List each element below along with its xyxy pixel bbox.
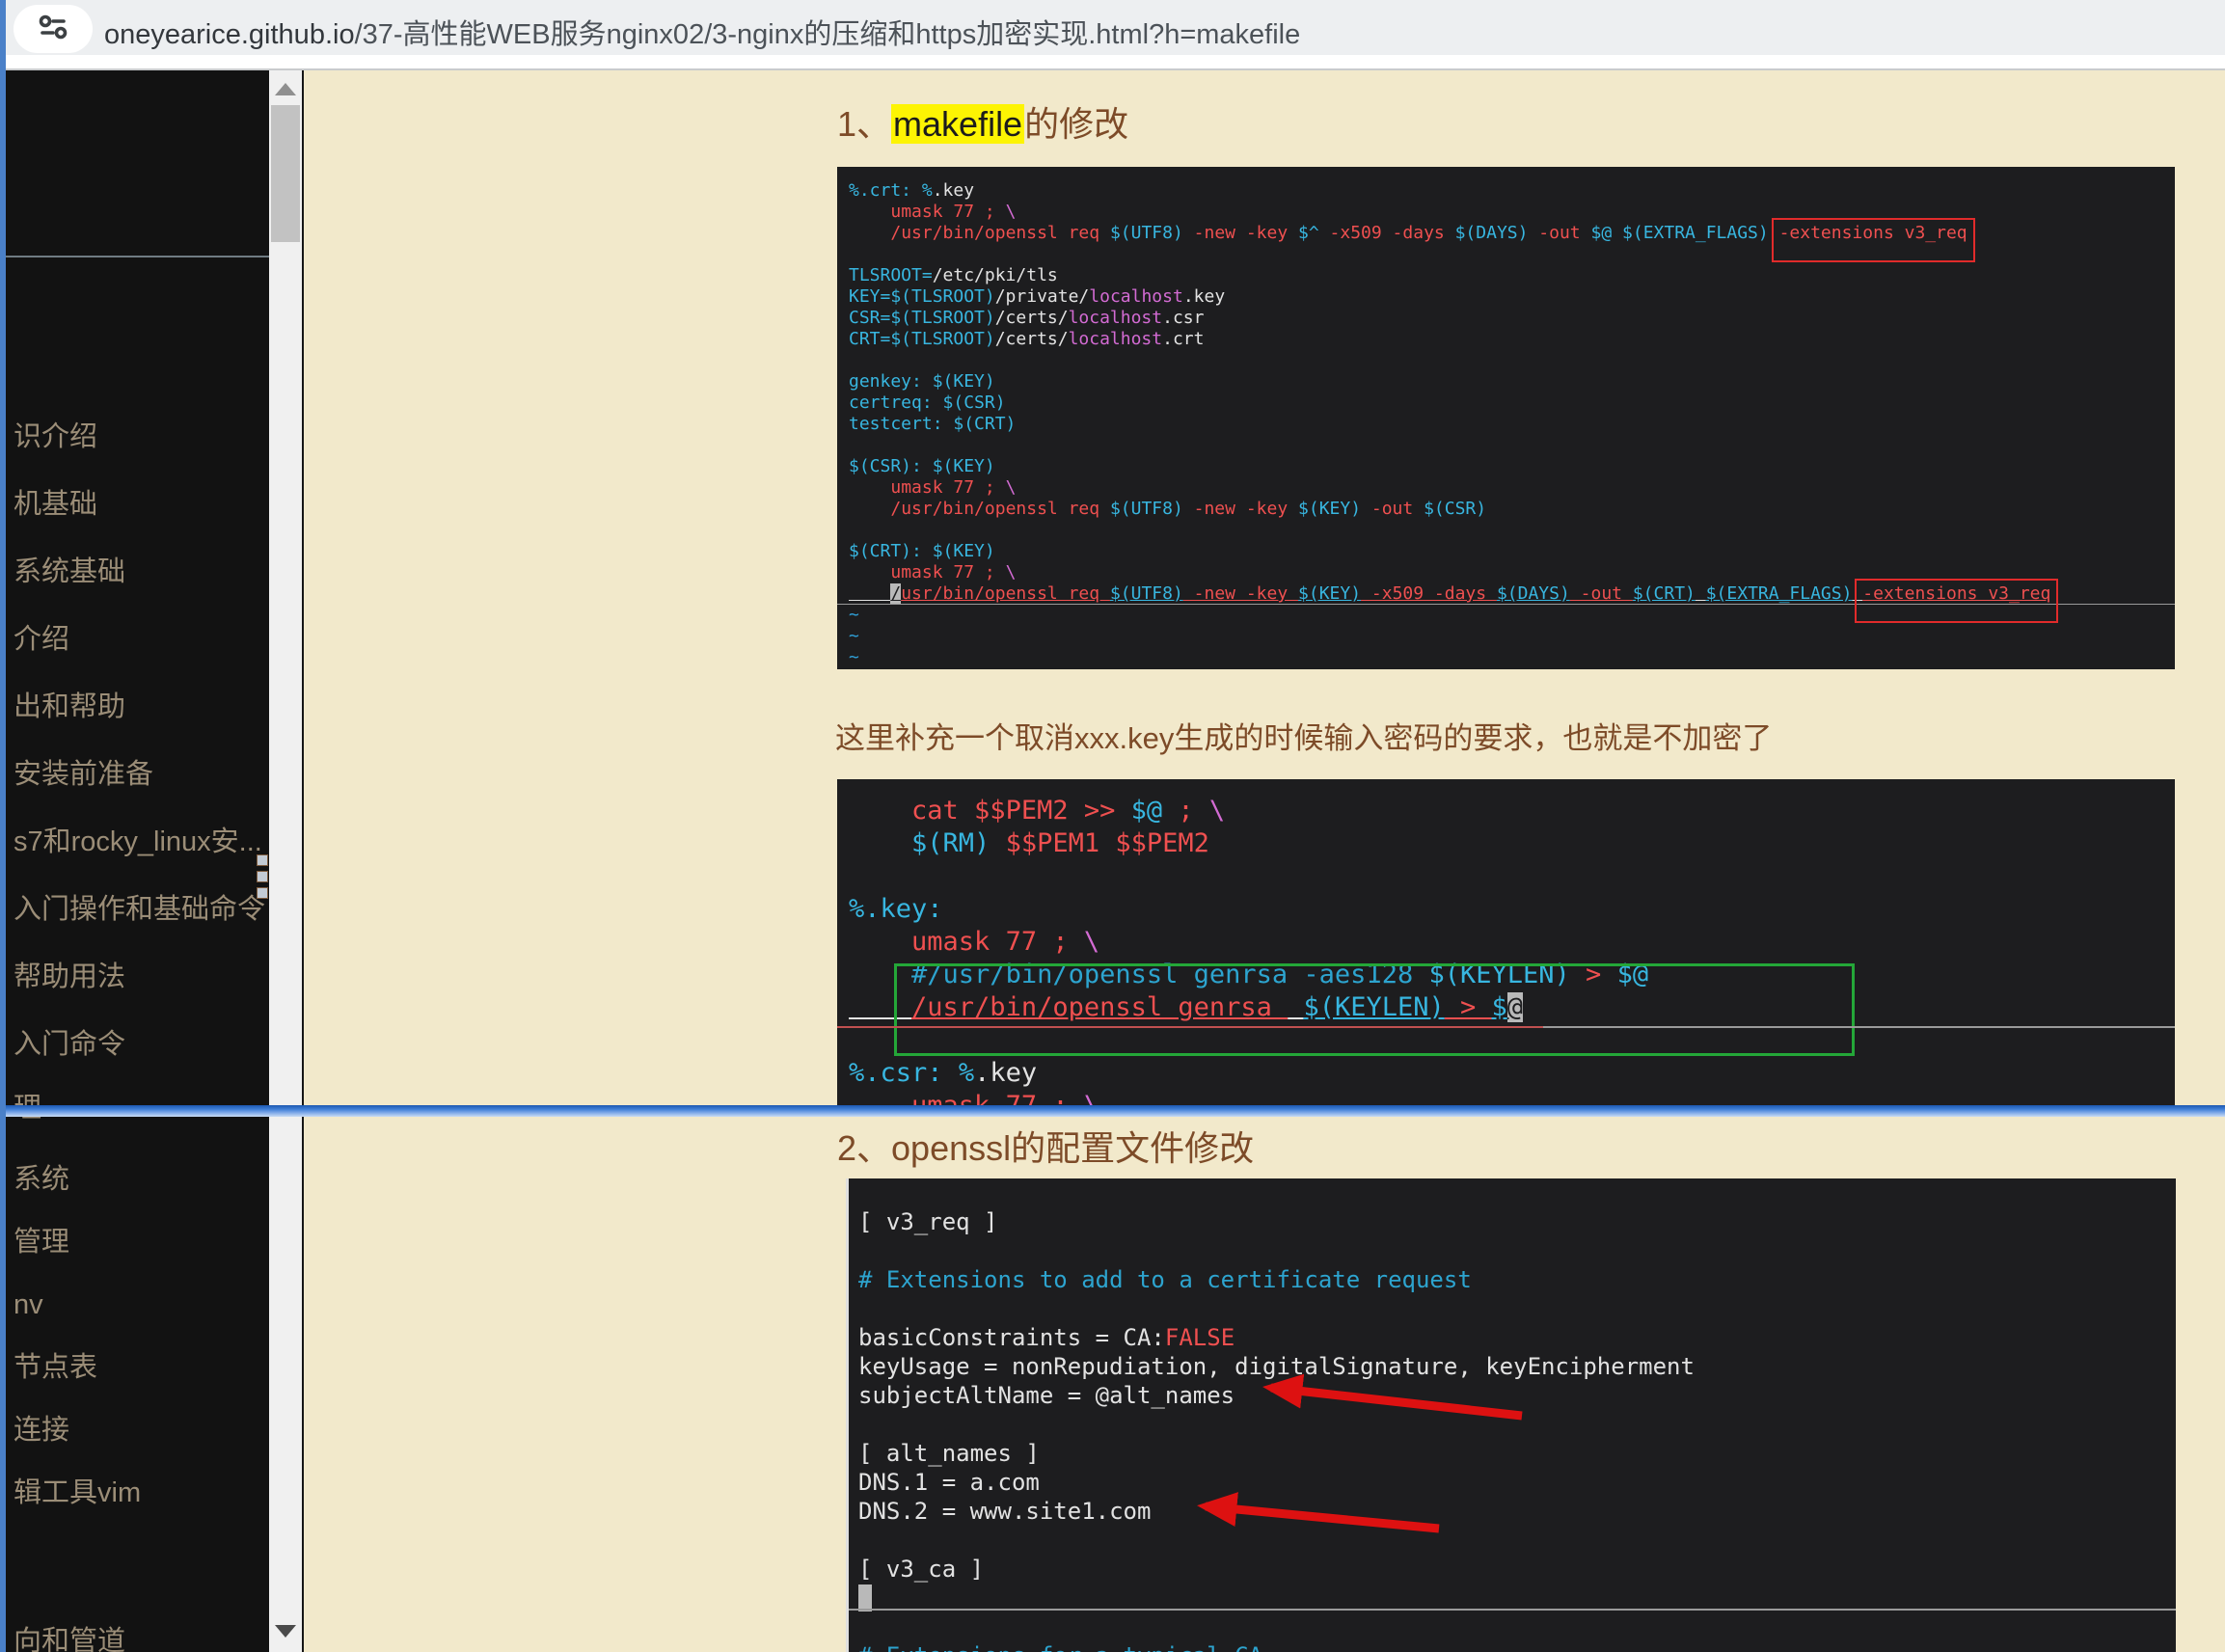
url-domain: oneyearice.github.io [104,19,355,50]
code-line: /usr/bin/openssl req $(UTF8) -new -key $… [849,583,2175,605]
sidebar-item[interactable]: 识介绍 [14,421,97,452]
section-heading-1: 1、makefile的修改 [837,96,1128,147]
code-block-genrsa: cat $$PEM2 >> $@ ; \ $(RM) $$PEM1 $$PEM2… [837,779,2175,1111]
url-path: /37-高性能WEB服务nginx02/3-nginx的压缩和https加密实现… [355,19,1301,50]
code-line: cat $$PEM2 >> $@ ; \ [849,795,2175,827]
sidebar-item[interactable]: 系统基础 [14,556,125,587]
code-line [858,1612,2176,1641]
sidebar-resize-handle[interactable] [257,854,268,899]
sidebar-item[interactable]: nv [14,1289,43,1320]
code-line [849,520,2175,541]
code-line [858,1410,2176,1439]
body-paragraph: 这里补充一个取消xxx.key生成的时候输入密码的要求，也就是不加密了 [835,714,1772,757]
code-line: certreq: $(CSR) [849,393,2175,414]
sidebar-item[interactable]: 入门操作和基础命令 [14,894,265,925]
sidebar-item[interactable]: s7和rocky_linux安... [14,826,262,857]
code-line: %.csr: %.key [849,1057,2175,1090]
code-line: ~ [849,626,2175,647]
scroll-down-arrow-icon[interactable] [275,1625,296,1638]
sidebar-scrollbar[interactable] [269,70,302,1652]
code-line: genkey: $(KEY) [849,371,2175,393]
code-line: /usr/bin/openssl req $(UTF8) -new -key $… [849,223,2175,244]
sidebar-item[interactable]: 节点表 [14,1352,97,1383]
vim-cursorline-underline [1543,1026,2175,1028]
sidebar-item[interactable]: 连接 [14,1415,69,1446]
code-line: $(CRT): $(KEY) [849,541,2175,562]
scrollbar-thumb[interactable] [271,105,300,242]
sidebar-item[interactable]: 出和帮助 [14,691,125,722]
code-line [858,1236,2176,1265]
code-line [858,1294,2176,1323]
sidebar-item[interactable]: 机基础 [14,489,97,520]
code-line: umask 77 ; \ [849,926,2175,959]
code-line: CSR=$(TLSROOT)/certs/localhost.csr [849,308,2175,329]
code-line: [ v3_req ] [858,1207,2176,1236]
code-line: umask 77 ; \ [849,477,2175,499]
sidebar-item[interactable]: 入门命令 [14,1029,125,1060]
code-line: %.crt: %.key [849,180,2175,202]
window-seam-line [0,1105,2225,1117]
code-line: ~ [849,647,2175,668]
code-line: keyUsage = nonRepudiation, digitalSignat… [858,1352,2176,1381]
code-line: $(CSR): $(KEY) [849,456,2175,477]
browser-toolbar: oneyearice.github.io/37-高性能WEB服务nginx02/… [0,0,2225,55]
sidebar-item[interactable]: 向和管道 [14,1626,125,1652]
site-info-button[interactable] [14,5,93,53]
code-line: [ v3_ca ] [858,1555,2176,1584]
sidebar-item[interactable]: 帮助用法 [14,961,125,992]
code-line: basicConstraints = CA:FALSE [858,1323,2176,1352]
code-line: # Extensions to add to a certificate req… [858,1265,2176,1294]
toolbar-lower-strip [0,55,2225,68]
code-line: KEY=$(TLSROOT)/private/localhost.key [849,286,2175,308]
section-heading-2: 2、openssl的配置文件修改 [837,1121,1254,1171]
code-line [849,244,2175,265]
code-line: TLSROOT=/etc/pki/tls [849,265,2175,286]
sidebar-item[interactable]: 辑工具vim [14,1477,141,1508]
green-annotation-box [894,963,1855,1056]
code-line: /usr/bin/openssl req $(UTF8) -new -key $… [849,499,2175,520]
sidebar-nav: 识介绍机基础系统基础介绍出和帮助安装前准备 s7和rocky_linux安... 入… [6,70,269,1652]
toolbar-border [0,68,2225,70]
url-bar[interactable]: oneyearice.github.io/37-高性能WEB服务nginx02/… [104,12,1300,52]
sidebar-item[interactable]: 管理 [14,1227,69,1258]
code-line: $(RM) $$PEM1 $$PEM2 [849,827,2175,860]
code-line [858,1526,2176,1555]
code-line: subjectAltName = @alt_names [858,1381,2176,1410]
sidebar-item[interactable]: 介绍 [14,624,69,655]
scroll-up-arrow-icon[interactable] [275,83,296,95]
code-line: [ alt_names ] [858,1439,2176,1468]
code-line: DNS.2 = www.site1.com [858,1497,2176,1526]
code-line: CRT=$(TLSROOT)/certs/localhost.crt [849,329,2175,350]
code-line [849,860,2175,893]
code-line: testcert: $(CRT) [849,414,2175,435]
code-line [849,350,2175,371]
code-line: %.key: [849,893,2175,926]
vim-cursorline-underline [849,1609,2176,1611]
vim-cursorline-underline [837,1026,1543,1028]
window-edge [0,0,6,1652]
code-line [849,435,2175,456]
sidebar-item[interactable]: 系统 [14,1164,69,1195]
code-line: umask 77 ; \ [849,202,2175,223]
search-highlight: makefile [891,104,1024,144]
code-block-makefile: %.crt: %.key umask 77 ; \ /usr/bin/opens… [837,167,2175,669]
tune-icon [34,8,72,51]
code-block-openssl-cnf: [ v3_req ] # Extensions to add to a certi… [846,1178,2176,1652]
code-line: DNS.1 = a.com [858,1468,2176,1497]
sidebar-item[interactable]: 安装前准备 [14,759,153,790]
code-line: # Extensions for a typical CA [858,1641,2176,1652]
sidebar-divider [6,256,269,257]
browser-window: oneyearice.github.io/37-高性能WEB服务nginx02/… [0,0,2225,1652]
